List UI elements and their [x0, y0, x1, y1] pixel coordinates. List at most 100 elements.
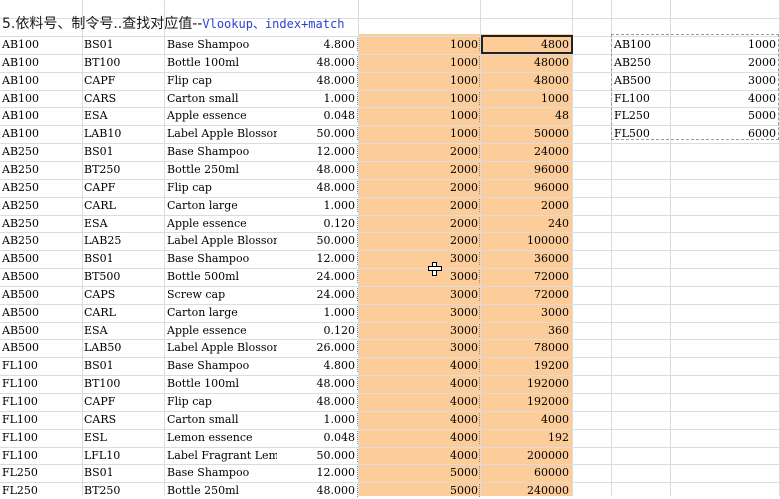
- cell-item[interactable]: AB250: [2, 232, 80, 249]
- cell-item[interactable]: AB250: [2, 143, 80, 160]
- cell-result[interactable]: 24000: [482, 143, 569, 160]
- cell-qty[interactable]: 1.000: [280, 90, 356, 107]
- cell-base[interactable]: 1000: [360, 72, 478, 89]
- lookup-value[interactable]: 6000: [672, 125, 776, 142]
- cell-item[interactable]: AB100: [2, 36, 80, 53]
- cell-base[interactable]: 3000: [360, 250, 478, 267]
- cell-item[interactable]: FL100: [2, 357, 80, 374]
- cell-part[interactable]: CAPF: [84, 72, 162, 89]
- cell-qty[interactable]: 48.000: [280, 161, 356, 178]
- cell-item[interactable]: FL250: [2, 482, 80, 499]
- cell-qty[interactable]: 1.000: [280, 304, 356, 321]
- cell-qty[interactable]: 1.000: [280, 411, 356, 428]
- cell-desc[interactable]: Bottle 500ml: [167, 268, 277, 285]
- cell-result[interactable]: 4000: [482, 411, 569, 428]
- cell-base[interactable]: 3000: [360, 339, 478, 356]
- cell-item[interactable]: AB250: [2, 161, 80, 178]
- cell-base[interactable]: 1000: [360, 107, 478, 124]
- cell-part[interactable]: ESA: [84, 322, 162, 339]
- lookup-value[interactable]: 3000: [672, 72, 776, 89]
- cell-part[interactable]: CARS: [84, 90, 162, 107]
- lookup-value[interactable]: 5000: [672, 107, 776, 124]
- cell-qty[interactable]: 24.000: [280, 268, 356, 285]
- cell-desc[interactable]: Apple essence: [167, 215, 277, 232]
- cell-base[interactable]: 4000: [360, 393, 478, 410]
- lookup-key[interactable]: FL500: [614, 125, 669, 142]
- cell-qty[interactable]: 48.000: [280, 179, 356, 196]
- cell-base[interactable]: 2000: [360, 179, 478, 196]
- cell-base[interactable]: 3000: [360, 286, 478, 303]
- cell-result[interactable]: 1000: [482, 90, 569, 107]
- cell-desc[interactable]: Label Fragrant Lemon: [167, 447, 277, 464]
- cell-qty[interactable]: 0.048: [280, 107, 356, 124]
- cell-result[interactable]: 48: [482, 107, 569, 124]
- cell-base[interactable]: 4000: [360, 411, 478, 428]
- cell-desc[interactable]: Apple essence: [167, 322, 277, 339]
- cell-part[interactable]: LAB10: [84, 125, 162, 142]
- cell-desc[interactable]: Base Shampoo: [167, 464, 277, 481]
- cell-part[interactable]: BT100: [84, 54, 162, 71]
- cell-part[interactable]: CAPS: [84, 286, 162, 303]
- cell-qty[interactable]: 0.120: [280, 215, 356, 232]
- cell-base[interactable]: 4000: [360, 429, 478, 446]
- cell-item[interactable]: AB100: [2, 54, 80, 71]
- cell-qty[interactable]: 1.000: [280, 197, 356, 214]
- cell-qty[interactable]: 12.000: [280, 143, 356, 160]
- cell-result[interactable]: 36000: [482, 250, 569, 267]
- cell-desc[interactable]: Label Apple Blossom 2: [167, 232, 277, 249]
- cell-part[interactable]: ESA: [84, 215, 162, 232]
- cell-item[interactable]: AB100: [2, 90, 80, 107]
- cell-base[interactable]: 3000: [360, 268, 478, 285]
- cell-item[interactable]: AB100: [2, 125, 80, 142]
- cell-result[interactable]: 2000: [482, 197, 569, 214]
- cell-desc[interactable]: Base Shampoo: [167, 357, 277, 374]
- cell-base[interactable]: 3000: [360, 304, 478, 321]
- cell-part[interactable]: CARS: [84, 411, 162, 428]
- cell-desc[interactable]: Apple essence: [167, 107, 277, 124]
- cell-result[interactable]: 3000: [482, 304, 569, 321]
- cell-part[interactable]: BT250: [84, 161, 162, 178]
- selected-cell[interactable]: [481, 35, 573, 54]
- cell-qty[interactable]: 0.048: [280, 429, 356, 446]
- cell-result[interactable]: 192000: [482, 393, 569, 410]
- cell-base[interactable]: 1000: [360, 90, 478, 107]
- cell-base[interactable]: 4000: [360, 447, 478, 464]
- cell-part[interactable]: CARL: [84, 304, 162, 321]
- cell-part[interactable]: BS01: [84, 357, 162, 374]
- cell-part[interactable]: CAPF: [84, 393, 162, 410]
- cell-base[interactable]: 2000: [360, 143, 478, 160]
- cell-result[interactable]: 240: [482, 215, 569, 232]
- cell-desc[interactable]: Carton large: [167, 304, 277, 321]
- cell-base[interactable]: 5000: [360, 464, 478, 481]
- cell-desc[interactable]: Bottle 100ml: [167, 375, 277, 392]
- cell-item[interactable]: FL250: [2, 464, 80, 481]
- cell-item[interactable]: FL100: [2, 429, 80, 446]
- cell-item[interactable]: AB500: [2, 286, 80, 303]
- cell-qty[interactable]: 50.000: [280, 125, 356, 142]
- cell-base[interactable]: 3000: [360, 322, 478, 339]
- lookup-key[interactable]: FL250: [614, 107, 669, 124]
- cell-item[interactable]: FL100: [2, 411, 80, 428]
- cell-result[interactable]: 100000: [482, 232, 569, 249]
- cell-qty[interactable]: 12.000: [280, 464, 356, 481]
- cell-base[interactable]: 4000: [360, 375, 478, 392]
- lookup-key[interactable]: AB500: [614, 72, 669, 89]
- cell-qty[interactable]: 48.000: [280, 375, 356, 392]
- cell-qty[interactable]: 48.000: [280, 482, 356, 499]
- cell-desc[interactable]: Bottle 250ml: [167, 482, 277, 499]
- lookup-value[interactable]: 2000: [672, 54, 776, 71]
- cell-result[interactable]: 72000: [482, 286, 569, 303]
- cell-desc[interactable]: Flip cap: [167, 72, 277, 89]
- cell-desc[interactable]: Carton small: [167, 411, 277, 428]
- cell-qty[interactable]: 48.000: [280, 54, 356, 71]
- lookup-value[interactable]: 1000: [672, 36, 776, 53]
- cell-base[interactable]: 4000: [360, 357, 478, 374]
- cell-part[interactable]: LFL10: [84, 447, 162, 464]
- cell-part[interactable]: BT250: [84, 482, 162, 499]
- cell-base[interactable]: 2000: [360, 215, 478, 232]
- cell-item[interactable]: AB250: [2, 215, 80, 232]
- cell-part[interactable]: LAB25: [84, 232, 162, 249]
- spreadsheet-grid[interactable]: 5.依料号、制令号..查找对应值--Vlookup、index+match AB…: [0, 0, 780, 499]
- cell-part[interactable]: BS01: [84, 36, 162, 53]
- cell-result[interactable]: 60000: [482, 464, 569, 481]
